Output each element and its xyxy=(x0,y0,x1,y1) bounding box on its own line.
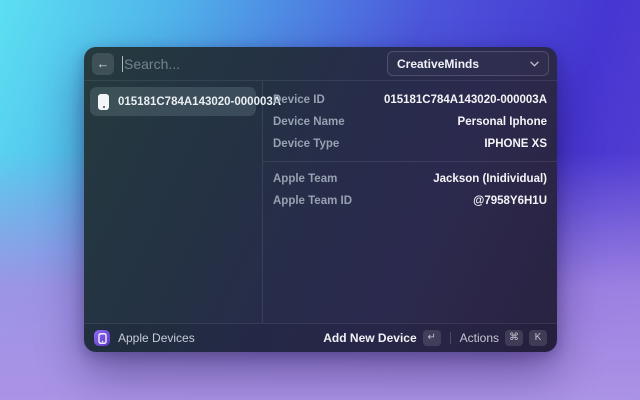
k-key-icon: K xyxy=(529,330,547,346)
toolbar: ← CreativeMinds xyxy=(84,47,557,81)
back-button[interactable]: ← xyxy=(92,52,114,75)
app-window: ← CreativeMinds 015181C784A143020-000003… xyxy=(84,47,557,352)
device-details: Device ID 015181C784A143020-000003A Devi… xyxy=(262,81,557,323)
detail-label: Device Name xyxy=(273,116,345,128)
chevron-down-icon xyxy=(530,61,539,67)
statusbar-divider xyxy=(449,332,451,344)
detail-label: Device ID xyxy=(273,94,325,106)
detail-label: Device Type xyxy=(273,138,340,150)
detail-value: 015181C784A143020-000003A xyxy=(383,94,547,106)
apple-team-group: Apple Team Jackson (Inidividual) Apple T… xyxy=(263,161,557,214)
command-key-icon: ⌘ xyxy=(505,330,523,346)
search-input[interactable] xyxy=(122,52,387,75)
detail-row-apple-team-id: Apple Team ID @7958Y6H1U xyxy=(263,190,557,212)
text-cursor xyxy=(122,55,123,72)
content-area: 015181C784A143020-000003A Device ID 0151… xyxy=(84,81,557,323)
device-info-group: Device ID 015181C784A143020-000003A Devi… xyxy=(263,87,557,157)
iphone-icon xyxy=(98,93,109,110)
detail-row-apple-team: Apple Team Jackson (Inidividual) xyxy=(263,168,557,190)
team-dropdown-value: CreativeMinds xyxy=(397,56,480,71)
team-dropdown[interactable]: CreativeMinds xyxy=(387,51,549,76)
detail-row-device-id: Device ID 015181C784A143020-000003A xyxy=(263,89,557,111)
detail-row-device-type: Device Type IPHONE XS xyxy=(263,133,557,155)
search-field-wrap xyxy=(122,52,387,75)
return-key-icon: ↵ xyxy=(422,330,441,346)
device-list: 015181C784A143020-000003A xyxy=(84,81,281,323)
apple-devices-app-icon xyxy=(94,330,110,346)
device-list-item[interactable]: 015181C784A143020-000003A xyxy=(90,87,281,116)
detail-value: Personal Iphone xyxy=(457,116,547,128)
device-list-item-label: 015181C784A143020-000003A xyxy=(118,95,282,108)
detail-row-device-name: Device Name Personal Iphone xyxy=(263,111,557,133)
status-bar: Apple Devices Add New Device ↵ Actions ⌘… xyxy=(84,323,557,352)
add-new-device-button[interactable]: Add New Device xyxy=(323,331,416,345)
detail-value: IPHONE XS xyxy=(484,138,547,150)
actions-button[interactable]: Actions xyxy=(460,331,499,345)
detail-label: Apple Team ID xyxy=(273,195,353,207)
detail-label: Apple Team xyxy=(273,173,338,185)
detail-value: @7958Y6H1U xyxy=(473,195,547,207)
detail-value: Jackson (Inidividual) xyxy=(433,173,547,185)
app-name: Apple Devices xyxy=(118,331,195,345)
